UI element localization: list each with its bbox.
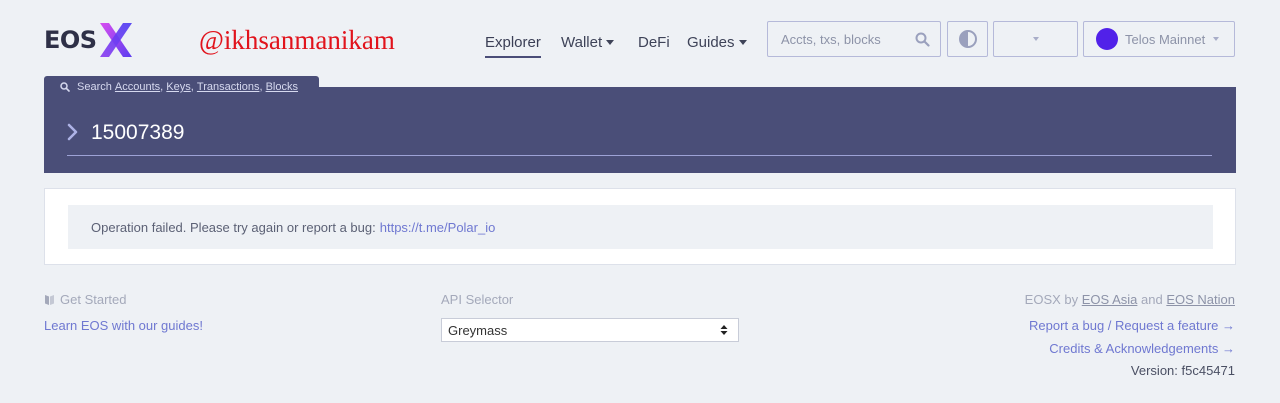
search-icon[interactable] — [915, 32, 930, 47]
telos-network-icon — [1096, 28, 1118, 50]
header-search-box — [767, 21, 941, 57]
nav-wallet-label: Wallet — [561, 33, 603, 51]
nav-explorer-label: Explorer — [485, 33, 541, 51]
language-select[interactable] — [993, 21, 1078, 57]
logo-text: EOS — [44, 26, 97, 54]
chevron-down-icon — [1032, 37, 1039, 41]
version-text: Version: f5c45471 — [1130, 363, 1235, 378]
nav-guides-label: Guides — [687, 33, 735, 51]
book-icon — [45, 294, 54, 305]
network-label: Telos Mainnet — [1125, 31, 1206, 47]
bug-report-link[interactable]: https://t.me/Polar_io — [380, 220, 496, 235]
contrast-icon — [958, 30, 977, 48]
chevron-down-icon — [738, 39, 747, 45]
nav-guides[interactable]: Guides — [687, 28, 747, 56]
learn-guides-link[interactable]: Learn EOS with our guides! — [44, 318, 203, 333]
nav-wallet[interactable]: Wallet — [561, 28, 615, 56]
report-bug-link[interactable]: Report a bug / Request a feature → — [1029, 318, 1235, 333]
hint-link-keys[interactable]: Keys — [166, 81, 190, 93]
eos-asia-link[interactable]: EOS Asia — [1082, 292, 1138, 307]
hint-link-transactions[interactable]: Transactions — [197, 81, 260, 93]
network-select[interactable]: Telos Mainnet — [1083, 21, 1235, 57]
credits-link[interactable]: Credits & Acknowledgements → — [1049, 341, 1235, 356]
search-icon — [60, 82, 70, 92]
api-selector-label: API Selector — [441, 292, 514, 307]
credit-line: EOSX by EOS Asia and EOS Nation — [1025, 292, 1235, 307]
nav-explorer[interactable]: Explorer — [485, 28, 541, 58]
get-started-heading: Get Started — [44, 292, 126, 307]
search-underline — [67, 155, 1212, 156]
logo-x-icon — [99, 23, 132, 57]
api-selected-value: Greymass — [448, 322, 508, 338]
chevron-down-icon — [1213, 37, 1220, 41]
eosx-logo[interactable]: EOS — [44, 20, 134, 60]
error-message: Operation failed. Please try again or re… — [91, 219, 376, 235]
nav-defi-label: DeFi — [638, 33, 670, 51]
chevron-down-icon — [606, 39, 615, 45]
hint-link-blocks[interactable]: Blocks — [266, 81, 298, 93]
theme-toggle-button[interactable] — [947, 21, 988, 57]
search-query-input[interactable]: 15007389 — [91, 121, 184, 145]
nav-defi[interactable]: DeFi — [638, 28, 670, 56]
credit-prefix: EOSX by — [1024, 292, 1079, 307]
watermark-text: @ikhsanmanikam — [199, 25, 395, 55]
chevron-right-icon — [67, 123, 78, 141]
search-hint-tab: Search Accounts, Keys, Transactions, Blo… — [44, 76, 319, 98]
search-hint-prefix: Search — [77, 81, 112, 93]
api-selector-select[interactable]: Greymass — [441, 318, 739, 342]
header-search-input[interactable] — [779, 31, 913, 48]
eos-nation-link[interactable]: EOS Nation — [1166, 292, 1235, 307]
credit-and: and — [1141, 292, 1163, 307]
result-card: Operation failed. Please try again or re… — [44, 188, 1236, 265]
select-arrows-icon — [720, 325, 728, 335]
search-hero: 15007389 — [44, 87, 1236, 173]
error-alert: Operation failed. Please try again or re… — [68, 205, 1213, 249]
get-started-label: Get Started — [60, 292, 127, 307]
top-navbar: EOS @ikhsanmanikam Explorer Wallet DeFi — [0, 0, 1280, 78]
hint-link-accounts[interactable]: Accounts — [115, 81, 160, 93]
